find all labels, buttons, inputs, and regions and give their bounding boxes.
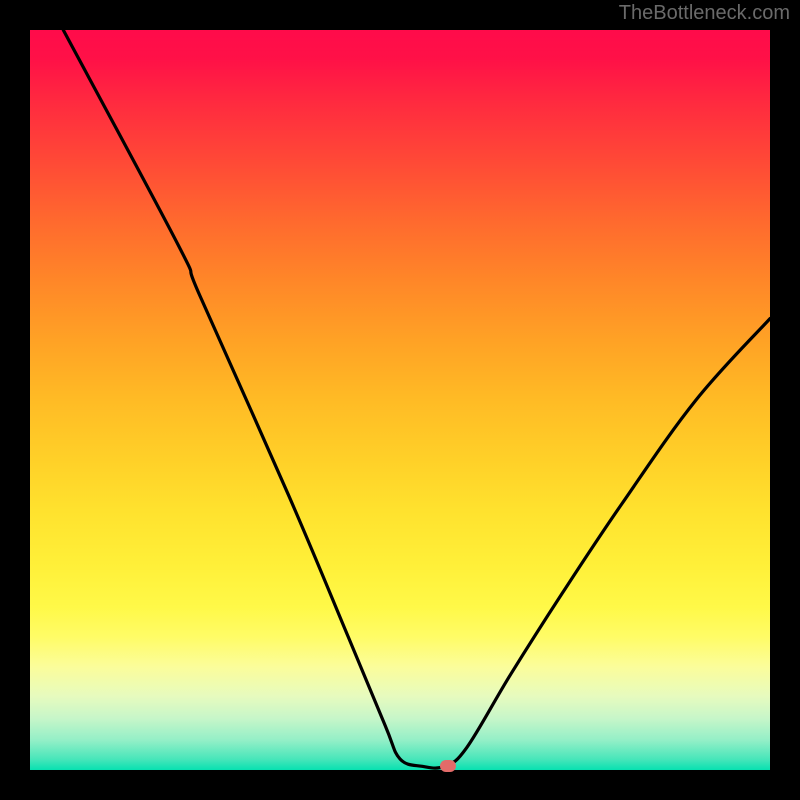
minimum-marker: [440, 760, 456, 772]
plot-area: [30, 30, 770, 770]
bottleneck-curve: [30, 30, 770, 770]
watermark-text: TheBottleneck.com: [619, 2, 790, 25]
chart-container: TheBottleneck.com: [0, 0, 800, 800]
